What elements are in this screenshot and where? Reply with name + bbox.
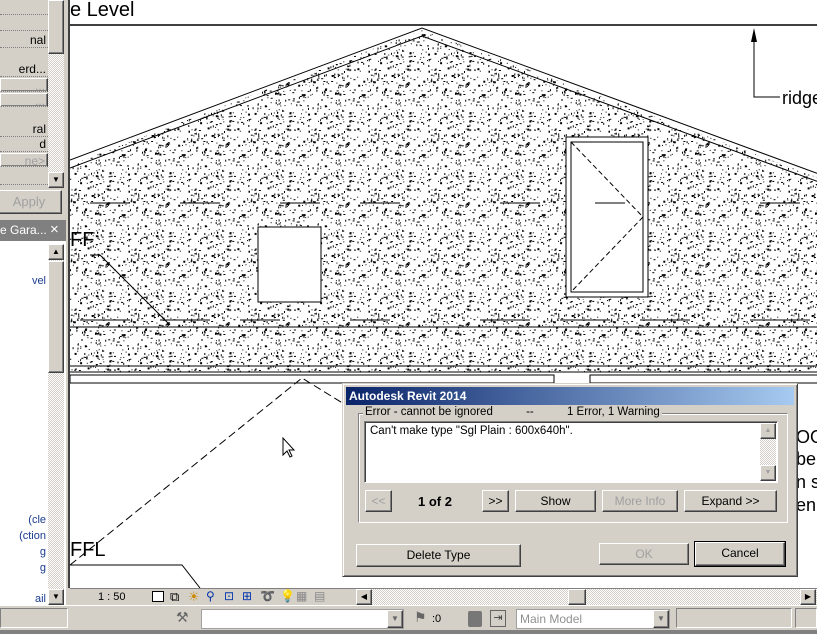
status-bar: ⚒ ▼ ⚑ :0 ⇥ Main Model ▼ [0, 605, 817, 630]
scroll-down-button[interactable]: ▼ [760, 465, 776, 481]
error-dialog: Autodesk Revit 2014 Error - cannot be ig… [342, 383, 798, 577]
scroll-left-button[interactable]: ◀ [356, 589, 372, 605]
property-row[interactable] [0, 170, 48, 185]
ffl-label: FFL [70, 539, 106, 561]
scroll-right-button[interactable]: ▶ [800, 589, 816, 605]
properties-scrollbar[interactable]: ▼ [48, 0, 64, 188]
wall-hatch [70, 30, 817, 372]
window-tall [565, 136, 649, 298]
scroll-down-button[interactable]: ▼ [48, 589, 64, 605]
tree-item[interactable]: ail [0, 593, 46, 605]
ok-button[interactable]: OK [599, 543, 689, 565]
design-option-dropdown[interactable]: Main Model ▼ [516, 609, 670, 629]
tree-item[interactable]: g [0, 546, 46, 558]
property-row[interactable]: ral [0, 122, 48, 137]
status-field [676, 608, 792, 628]
door-swing [70, 377, 371, 566]
status-field [795, 608, 817, 628]
selection-count: :0 [432, 613, 442, 625]
groupbox-label: Error - cannot be ignored -- 1 Error, 1 … [363, 406, 662, 418]
ridge-label: ridge [782, 88, 817, 108]
tree-item[interactable]: g [0, 562, 46, 574]
tree-item[interactable]: cle) [0, 514, 46, 526]
property-edit-button[interactable]: ... [0, 78, 48, 92]
status-text [0, 608, 68, 628]
property-edit-button[interactable]: ... [0, 93, 48, 107]
project-browser-header: e Gara... × [0, 220, 66, 241]
expand-button[interactable]: Expand >> [684, 490, 777, 512]
tree-item[interactable]: ction) [0, 530, 46, 542]
crop-view-icon[interactable]: ⊡ [224, 589, 234, 603]
property-row[interactable]: d [0, 137, 48, 152]
view-control-bar: 1 : 50 ⧉ ☀ ⚲ ⊡ ⊞ ➰ 💡 ▦ ▤ ◀ ▶ [70, 588, 817, 606]
property-row[interactable]: erd... [0, 62, 48, 77]
property-row[interactable] [0, 16, 48, 31]
filter-icon[interactable] [468, 611, 482, 627]
reveal-hidden-icon[interactable]: 💡 [280, 589, 295, 603]
tree-item[interactable]: vel [0, 275, 46, 287]
note-text: OO [796, 427, 817, 447]
error-pager: 1 of 2 [418, 494, 452, 509]
analytical-model-icon[interactable]: ▦ [296, 589, 307, 603]
delete-type-button[interactable]: Delete Type [356, 544, 521, 567]
worksets-icon[interactable]: ⚒ [176, 609, 189, 626]
visual-style-icon[interactable]: ⧉ [170, 589, 179, 605]
highlight-icon[interactable]: ▤ [314, 589, 325, 603]
editable-only-icon[interactable]: ⚑ [414, 609, 427, 626]
workset-dropdown[interactable]: ▼ [201, 609, 404, 629]
crop-region-icon[interactable]: ⊞ [242, 589, 252, 603]
error-message-box[interactable]: Can't make type "Sgl Plain : 600x640h". … [364, 421, 778, 483]
scrollbar-thumb[interactable] [568, 589, 586, 605]
sun-path-icon[interactable]: ☀ [188, 589, 200, 605]
browser-scrollbar[interactable]: ▲ ▼ [48, 244, 64, 605]
scale-button[interactable]: 1 : 50 [98, 591, 126, 603]
separator: -- [526, 406, 534, 418]
more-info-button[interactable]: More Info [602, 490, 678, 512]
design-options-icon[interactable]: ⇥ [490, 610, 506, 627]
scroll-down-button[interactable]: ▼ [48, 172, 64, 188]
bottom-edge [0, 630, 817, 634]
level-label: e Level [70, 0, 135, 21]
error-message: Can't make type "Sgl Plain : 600x640h". [370, 425, 573, 437]
scroll-up-button[interactable]: ▲ [760, 423, 776, 439]
scroll-up-button[interactable]: ▲ [48, 244, 64, 260]
project-browser-tree: vel cle) ction) g g ail ▲ ▼ [0, 241, 66, 605]
next-error-button[interactable]: >> [482, 490, 509, 512]
property-row[interactable] [0, 0, 48, 15]
close-icon[interactable]: × [50, 221, 59, 238]
scrollbar-thumb[interactable] [48, 261, 64, 373]
previous-error-button[interactable]: << [365, 490, 392, 512]
error-summary: 1 Error, 1 Warning [566, 406, 660, 418]
ff-label: FF [70, 229, 94, 251]
temporary-hide-icon[interactable]: ➰ [260, 589, 275, 603]
message-scrollbar[interactable]: ▲ ▼ [760, 423, 776, 481]
mouse-cursor-icon [282, 436, 296, 458]
apply-button[interactable]: Apply [0, 190, 62, 214]
cancel-button[interactable]: Cancel [694, 541, 786, 567]
design-option-value: Main Model [520, 612, 583, 626]
note-text: eni [796, 495, 817, 515]
scrollbar-thumb[interactable] [48, 0, 64, 54]
error-severity: Error - cannot be ignored [365, 406, 493, 418]
horizontal-scrollbar[interactable]: ◀ ▶ [356, 589, 817, 606]
properties-panel: nal erd... ... ... ral d ne> ▼ Apply [0, 0, 66, 218]
property-edit-button[interactable]: ne> [0, 153, 48, 167]
detail-level-icon[interactable] [152, 591, 164, 602]
note-text: n s [796, 472, 817, 492]
note-text: be [796, 449, 816, 469]
shadows-icon[interactable]: ⚲ [206, 589, 215, 603]
dialog-title[interactable]: Autodesk Revit 2014 [346, 387, 794, 405]
ridge-leader [753, 30, 780, 98]
window-small [257, 226, 322, 303]
property-row[interactable]: nal [0, 33, 48, 48]
show-button[interactable]: Show [515, 490, 596, 512]
chevron-down-icon[interactable]: ▼ [653, 610, 669, 628]
project-browser-title: e Gara... [0, 223, 47, 237]
chevron-down-icon[interactable]: ▼ [387, 610, 403, 628]
